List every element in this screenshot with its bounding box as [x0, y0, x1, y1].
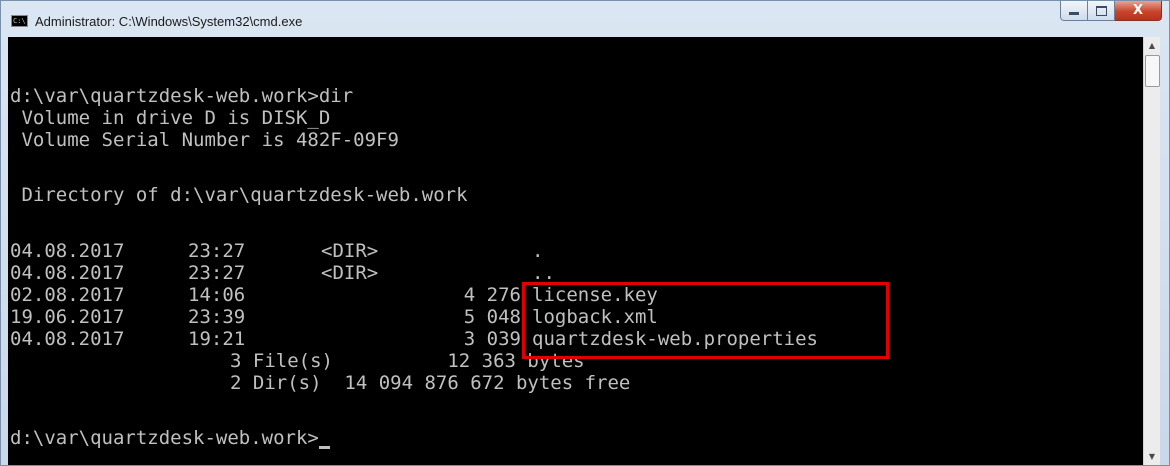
prompt-text: d:\var\quartzdesk-web.work> — [10, 427, 319, 449]
maximize-button[interactable] — [1088, 1, 1115, 21]
cmd-app-icon[interactable]: C:\ — [11, 15, 28, 27]
command-line: d:\var\quartzdesk-web.work>dir — [10, 85, 354, 107]
title-bar[interactable]: C:\ Administrator: C:\Windows\System32\c… — [1, 1, 1169, 38]
entry-name: .. — [532, 262, 555, 284]
dirs-summary: 2 Dir(s) 14 094 876 672 bytes free — [230, 372, 631, 394]
scroll-up-arrow-icon[interactable]: ▲ — [1144, 37, 1160, 54]
scroll-thumb[interactable] — [1145, 55, 1160, 87]
entry-time: 23:27 — [188, 262, 246, 284]
close-icon: X — [1132, 2, 1144, 18]
entry-date: 04.08.2017 — [10, 262, 125, 284]
maximize-icon — [1095, 5, 1107, 16]
minimize-button[interactable] — [1060, 1, 1088, 21]
entry-time: 23:39 — [188, 306, 246, 328]
entry-size: 3 039 — [463, 328, 521, 350]
text-cursor — [318, 446, 330, 449]
entry-date: 19.06.2017 — [10, 306, 125, 328]
app-icon-text: C:\ — [13, 17, 26, 25]
vertical-scrollbar[interactable]: ▲ ▼ — [1143, 37, 1160, 465]
console-output[interactable]: d:\var\quartzdesk-web.work>dir Volume in… — [8, 37, 1143, 465]
entry-time: 23:27 — [188, 240, 246, 262]
entry-name: . — [532, 240, 544, 262]
caption-buttons: X — [1060, 1, 1162, 22]
entry-date: 04.08.2017 — [10, 328, 125, 350]
minimize-icon — [1069, 12, 1079, 15]
entry-date: 04.08.2017 — [10, 240, 125, 262]
entry-dir: <DIR> — [321, 240, 379, 262]
directory-line: Directory of d:\var\quartzdesk-web.work — [10, 184, 468, 206]
serial-line: Volume Serial Number is 482F-09F9 — [10, 129, 399, 151]
entry-size: 4 276 — [463, 284, 521, 306]
close-button[interactable]: X — [1115, 1, 1162, 21]
highlight-box — [522, 282, 889, 359]
scroll-down-arrow-icon[interactable]: ▼ — [1144, 448, 1160, 465]
prompt-line: d:\var\quartzdesk-web.work> — [10, 427, 330, 449]
volume-line: Volume in drive D is DISK_D — [10, 107, 331, 129]
entry-time: 14:06 — [188, 284, 246, 306]
entry-date: 02.08.2017 — [10, 284, 125, 306]
entry-time: 19:21 — [188, 328, 246, 350]
entry-dir: <DIR> — [321, 262, 379, 284]
window-title: Administrator: C:\Windows\System32\cmd.e… — [35, 14, 303, 29]
entry-size: 5 048 — [463, 306, 521, 328]
